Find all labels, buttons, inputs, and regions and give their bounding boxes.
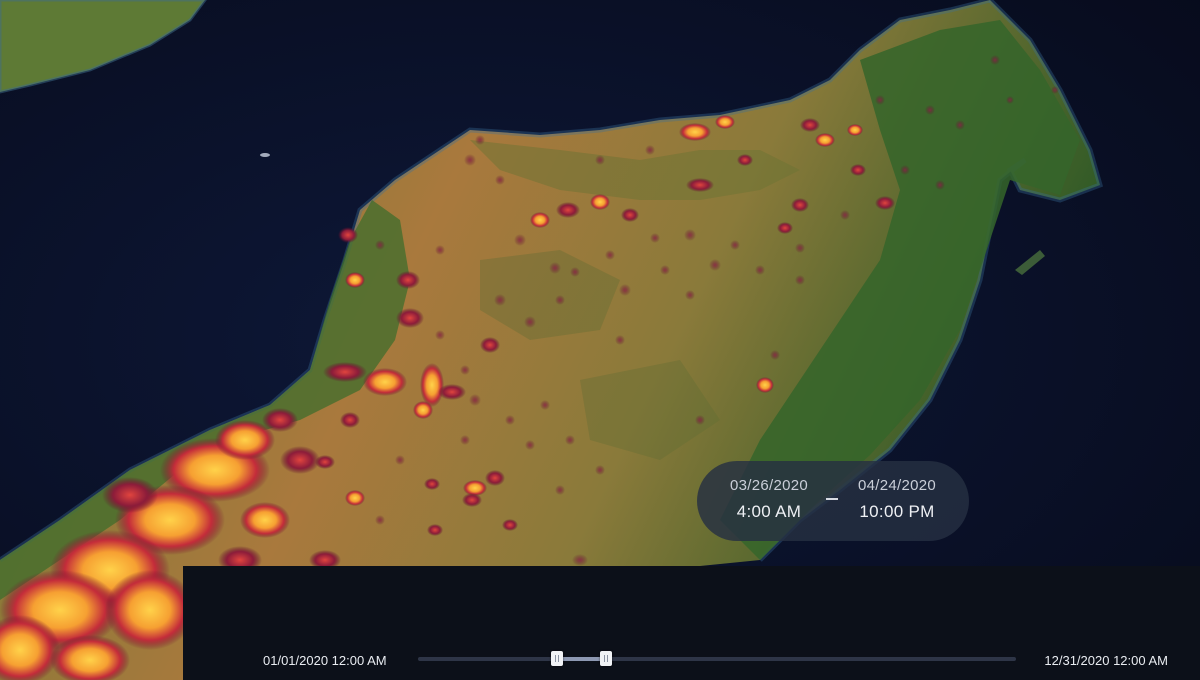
timeline-start-handle[interactable] bbox=[551, 651, 564, 666]
timeline-panel: 01/01/2020 12:00 AM 12/31/2020 12:00 AM bbox=[183, 566, 1200, 680]
range-end: 04/24/2020 10:00 PM bbox=[837, 477, 957, 522]
range-start-date: 03/26/2020 bbox=[729, 477, 809, 494]
timeline-end-label: 12/31/2020 12:00 AM bbox=[1044, 653, 1168, 668]
timeline-end-handle[interactable] bbox=[600, 651, 613, 666]
range-end-time: 10:00 PM bbox=[859, 502, 935, 521]
range-start: 03/26/2020 4:00 AM bbox=[709, 477, 829, 522]
timeline-track[interactable] bbox=[418, 657, 1016, 661]
timeline-selected-range[interactable] bbox=[557, 657, 607, 661]
range-end-date: 04/24/2020 bbox=[857, 477, 937, 494]
timeline-start-label: 01/01/2020 12:00 AM bbox=[263, 653, 387, 668]
range-start-time: 4:00 AM bbox=[736, 502, 802, 521]
date-range-display: 03/26/2020 4:00 AM 04/24/2020 10:00 PM bbox=[697, 461, 969, 541]
